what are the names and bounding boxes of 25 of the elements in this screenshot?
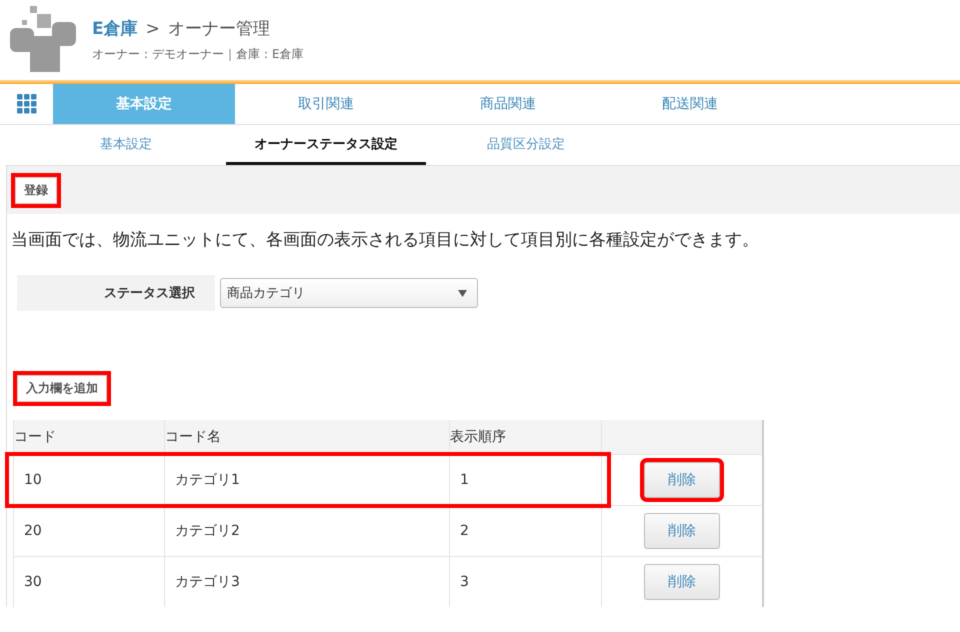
table-cell: 30 <box>14 556 164 607</box>
logo-icon <box>10 6 78 74</box>
column-header: 表示順序 <box>450 420 602 454</box>
table-cell: カテゴリ1 <box>164 454 450 506</box>
grid-menu-icon[interactable] <box>16 94 36 114</box>
column-header: コード名 <box>164 420 450 454</box>
page-title: オーナー管理 <box>168 18 270 40</box>
table-cell: カテゴリ3 <box>164 556 450 607</box>
table-cell: 3 <box>450 556 602 607</box>
column-header: コード <box>14 420 164 454</box>
table-cell: 20 <box>14 506 164 556</box>
table-cell: 2 <box>450 506 602 556</box>
table-cell: 1 <box>450 454 602 506</box>
delete-button[interactable]: 削除 <box>644 564 720 600</box>
table-cell: カテゴリ2 <box>164 506 450 556</box>
main-tab[interactable]: 基本設定 <box>53 84 235 124</box>
delete-button[interactable]: 削除 <box>644 513 720 549</box>
breadcrumb-separator: > <box>146 19 160 39</box>
table-cell: 10 <box>14 454 164 506</box>
owner-info: オーナー：デモオーナー｜倉庫：E倉庫 <box>92 46 304 63</box>
warehouse-name[interactable]: E倉庫 <box>92 17 138 40</box>
dropdown-arrow-icon <box>458 290 467 296</box>
status-select[interactable]: 商品カテゴリ <box>220 278 478 308</box>
status-select-label: ステータス選択 <box>17 275 215 311</box>
description-text: 当画面では、物流ユニットにて、各画面の表示される項目に対して項目別に各種設定ができます。 <box>11 229 760 251</box>
